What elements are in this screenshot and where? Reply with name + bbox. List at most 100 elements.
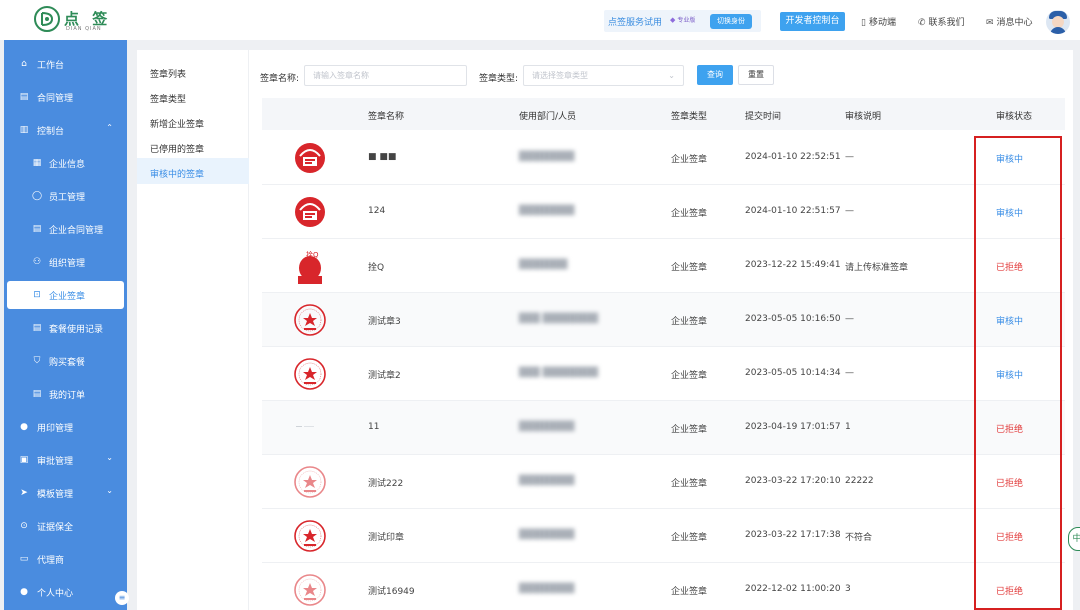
sidebar-item[interactable]: ▤ 合同管理 [4,83,127,111]
col-type: 签章类型 [671,112,708,122]
query-button[interactable]: 查询 [697,65,733,85]
cell-type: 企业签章 [671,317,708,327]
sidebar-item[interactable]: ● 个人中心 [4,578,127,606]
trial-text: 点签服务试用 [608,18,663,28]
sidebar-item-label: 企业合同管理 [49,226,104,236]
table-row[interactable]: 测试印章 ████████ 企业签章 2023-03-22 17:17:38 不符合 已拒… [262,509,1065,563]
sidebar-item[interactable]: ⊡ 企业签章 [7,281,124,309]
name-search-input[interactable]: 请输入签章名称 [304,65,467,86]
cell-time: 2023-04-19 17:01:57 [745,422,841,432]
cell-dept: ████████ [519,422,575,432]
sidebar-item[interactable]: ⌂ 工作台 [4,50,127,78]
svg-text:拴Q: 拴Q [306,250,319,259]
table-row[interactable]: 拴Q 拴Q ███████ 企业签章 2023-12-22 15:49:41 请上传标准签… [262,239,1065,293]
cell-dept: ████████ [519,476,575,486]
cell-name: 测试222 [368,479,404,489]
subnav-item-label: 签章列表 [150,70,187,80]
user-icon: ◯ [31,191,43,201]
subnav-item-label: 新增企业签章 [150,120,205,130]
collapse-sidebar-icon[interactable]: ≡ [115,591,129,605]
sidebar-item-label: 合同管理 [37,94,74,104]
sidebar-item[interactable]: ➤ 模板管理 ⌄ [4,479,127,507]
cell-dept: ███ ████████ [519,314,598,324]
subnav-item[interactable]: 已停用的签章 [137,133,249,159]
cell-note: — [845,314,854,324]
sidebar-item[interactable]: ⚇ 组织管理 [4,248,127,276]
table-row[interactable]: 测试222 ████████ 企业签章 2023-03-22 17:20:10 2222… [262,455,1065,509]
sidebar-item[interactable]: ▭ 代理商 [4,545,127,573]
table-row[interactable]: 124 ████████ 企业签章 2024-01-10 22:51:57— 审核中 [262,185,1065,239]
table-row[interactable]: 测试16949 ████████ 企业签章 2022-12-02 11:00:20 3 已… [262,563,1065,610]
status-highlight-box [974,136,1062,610]
sidebar-item[interactable]: ▣ 审批管理 ⌄ [4,446,127,474]
sidebar-item[interactable]: ▤ 我的订单 [4,380,127,408]
sidebar-item[interactable]: ▤ 企业合同管理 [4,215,127,243]
cell-dept: ████████ [519,152,575,162]
cell-time: 2023-05-05 10:14:34 [745,368,841,378]
sidebar-item[interactable]: ▤ 套餐使用记录 [4,314,127,342]
cell-time: 2023-05-05 10:16:50 [745,314,841,324]
sidebar-item-label: 审批管理 [37,457,74,467]
home-icon: ⌂ [21,59,27,69]
diamond-icon: ◆ [670,16,676,24]
agent-icon: ▭ [19,554,29,564]
table-row[interactable]: 测试章3 ███ ████████ 企业签章 2023-05-05 10:16:50 —… [262,293,1065,347]
brand-logo[interactable]: 点 签 DIAN QIAN [34,6,124,34]
cell-name: 测试章2 [368,371,401,381]
pro-badge: ◆ 专业版 [670,16,696,24]
sidebar-item-label: 我的订单 [49,391,86,401]
subnav-item[interactable]: 新增企业签章 [137,108,249,134]
sidebar-item-label: 证据保全 [37,523,74,533]
phone-icon: ▯ [861,18,866,28]
cell-note: 3 [845,584,851,594]
reset-button[interactable]: 重置 [738,65,774,85]
cell-time: 2024-01-10 22:52:51 [745,152,841,162]
table-header: 签章名称 使用部门/人员 签章类型 提交时间 审核说明 审核状态 [262,98,1065,130]
sidebar-item[interactable]: ◯ 员工管理 [4,182,127,210]
dev-console-button[interactable]: 开发者控制台 [780,12,845,31]
cell-time: 2023-03-22 17:17:38 [745,530,841,540]
contact-link[interactable]: ✆ 联系我们 [918,15,965,28]
approve-icon: ▣ [19,455,29,465]
sidebar-item[interactable]: ⛉ 购买套餐 [4,347,127,375]
logo-mark-icon [34,6,60,32]
table-row[interactable]: 测试章2 ███ ████████ 企业签章 2023-05-05 10:14:34 —… [262,347,1065,401]
cell-type: 企业签章 [671,533,708,543]
signature-subnav: 签章列表签章类型新增企业签章已停用的签章 审核中的签章 [137,50,249,610]
sidebar-item-label: 员工管理 [49,193,86,203]
mobile-link[interactable]: ▯ 移动端 [861,15,896,28]
col-name: 签章名称 [368,112,405,122]
chevron-icon: ⌃ [106,123,113,132]
sidebar: ⌂ 工作台 ▤ 合同管理 ▥ 控制台 ⌃ ▦ 企业信息 ◯ 员工管理 ▤ 企业合同管理 ⚇ 组织管理 ⊡ 企业签… [4,40,129,610]
subnav-item[interactable]: 签章列表 [137,58,249,84]
trial-box: 点签服务试用 ◆ 专业版 切换身份 [604,10,761,32]
type-select[interactable]: 请选择签章类型 ⌄ [523,65,684,86]
sidebar-item[interactable]: ⊙ 证据保全 [4,512,127,540]
chevron-icon: ⌄ [106,453,113,462]
sidebar-item-label: 代理商 [37,556,65,566]
phone-call-icon: ✆ [918,18,926,28]
contract-icon: ▤ [32,224,42,234]
avatar[interactable] [1046,10,1070,34]
sidebar-item[interactable]: ● 用印管理 [4,413,127,441]
switch-identity-button[interactable]: 切换身份 [710,14,752,29]
table-row[interactable]: ■ ■■ ████████ 企业签章 2024-01-10 22:52:51— 审核中 [262,131,1065,185]
sidebar-item-label: 模板管理 [37,490,74,500]
cell-dept: ████████ [519,530,575,540]
type-filter-label: 签章类型: [479,74,519,84]
table-row[interactable]: 11 ████████ 企业签章 2023-04-19 17:01:57 1 已拒绝 [262,401,1065,455]
messages-link[interactable]: ✉ 消息中心 [986,15,1033,28]
subnav-item[interactable]: 签章类型 [137,83,249,109]
sidebar-item[interactable]: ▥ 控制台 ⌃ [4,116,127,144]
cell-note: 22222 [845,476,874,486]
record-icon: ▤ [32,323,42,333]
seal-image [292,356,328,392]
chevron-icon: ⌄ [106,486,113,495]
seal-image [292,194,328,230]
subnav-item[interactable]: 审核中的签章 [137,158,249,184]
seal-image [292,302,328,338]
float-lang-badge[interactable]: 中 [1068,527,1080,551]
person-icon: ● [20,587,28,597]
cell-note: — [845,152,854,162]
sidebar-item[interactable]: ▦ 企业信息 [4,149,127,177]
